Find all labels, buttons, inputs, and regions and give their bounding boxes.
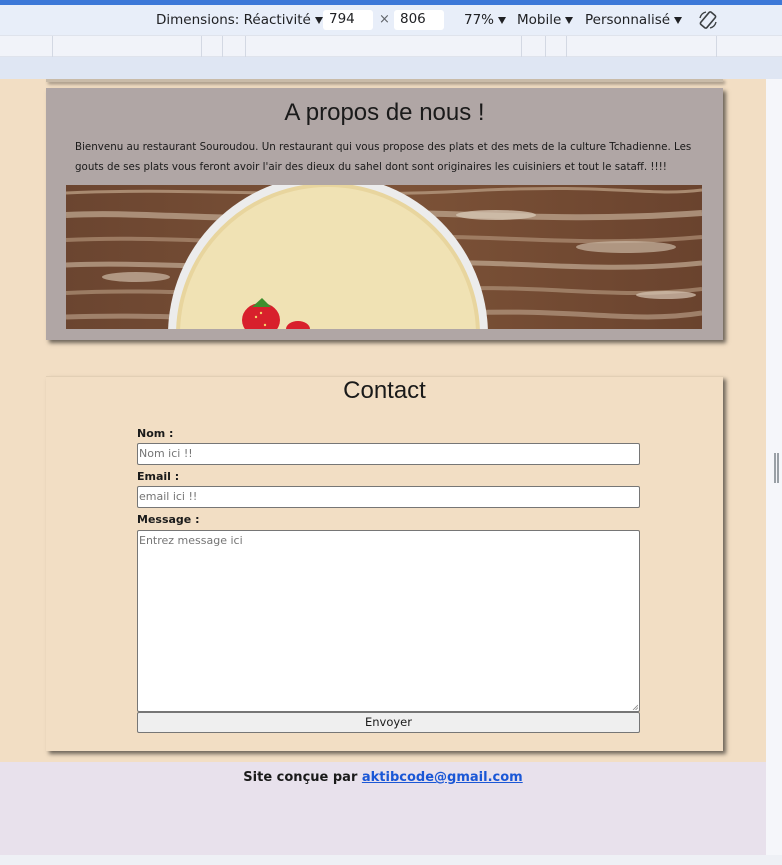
- page-footer: Site conçue par aktibcode@gmail.com: [0, 762, 766, 855]
- about-title: A propos de nous !: [284, 99, 485, 126]
- throttle-dropdown[interactable]: Mobile: [517, 12, 574, 28]
- dimensions-dropdown[interactable]: Dimensions: Réactivité: [156, 12, 323, 28]
- message-placeholder: Entrez message ici: [139, 534, 243, 547]
- submit-button[interactable]: Envoyer: [137, 712, 640, 733]
- zoom-dropdown[interactable]: 77%: [464, 12, 507, 28]
- device-toolbar: Dimensions: Réactivité 794 × 806 77% Mob…: [0, 5, 782, 35]
- custom-label: Personnalisé: [585, 12, 671, 28]
- bottom-resize-bar[interactable]: [0, 855, 782, 865]
- about-text: Bienvenu au restaurant Souroudou. Un res…: [75, 141, 692, 173]
- message-textarea[interactable]: Entrez message ici: [137, 530, 640, 712]
- about-section: A propos de nous ! Bienvenu au restauran…: [46, 88, 723, 340]
- ruler-gap: [0, 57, 782, 79]
- dessert-image: [66, 185, 702, 329]
- name-input[interactable]: Nom ici !!: [137, 443, 640, 465]
- rotate-icon[interactable]: [697, 9, 719, 31]
- page-viewport: A propos de nous ! Bienvenu au restauran…: [0, 79, 766, 855]
- height-input[interactable]: 806: [394, 10, 444, 30]
- message-label: Message :: [137, 513, 200, 526]
- email-link[interactable]: aktibcode@gmail.com: [362, 770, 523, 785]
- contact-title: Contact: [343, 377, 426, 404]
- custom-dropdown[interactable]: Personnalisé: [585, 12, 683, 28]
- previous-section-edge: [46, 79, 723, 82]
- resize-grip-icon[interactable]: [774, 453, 779, 483]
- chevron-down-icon: [314, 16, 323, 24]
- chevron-down-icon: [498, 16, 507, 24]
- throttle-label: Mobile: [517, 12, 562, 28]
- name-label: Nom :: [137, 427, 174, 440]
- footer-prefix: Site conçue par: [243, 770, 362, 785]
- resize-handle-icon[interactable]: [632, 704, 638, 710]
- email-label: Email :: [137, 470, 180, 483]
- times-symbol: ×: [379, 12, 390, 27]
- dimensions-label: Dimensions: Réactivité: [156, 12, 311, 28]
- email-input[interactable]: email ici !!: [137, 486, 640, 508]
- footer-credit: Site conçue par aktibcode@gmail.com: [0, 770, 766, 785]
- chevron-down-icon: [674, 16, 683, 24]
- chevron-down-icon: [565, 16, 574, 24]
- zoom-label: 77%: [464, 12, 495, 28]
- contact-section: Contact Nom : Nom ici !! Email : email i…: [46, 376, 723, 751]
- width-input[interactable]: 794: [323, 10, 373, 30]
- media-query-ruler[interactable]: [0, 35, 782, 57]
